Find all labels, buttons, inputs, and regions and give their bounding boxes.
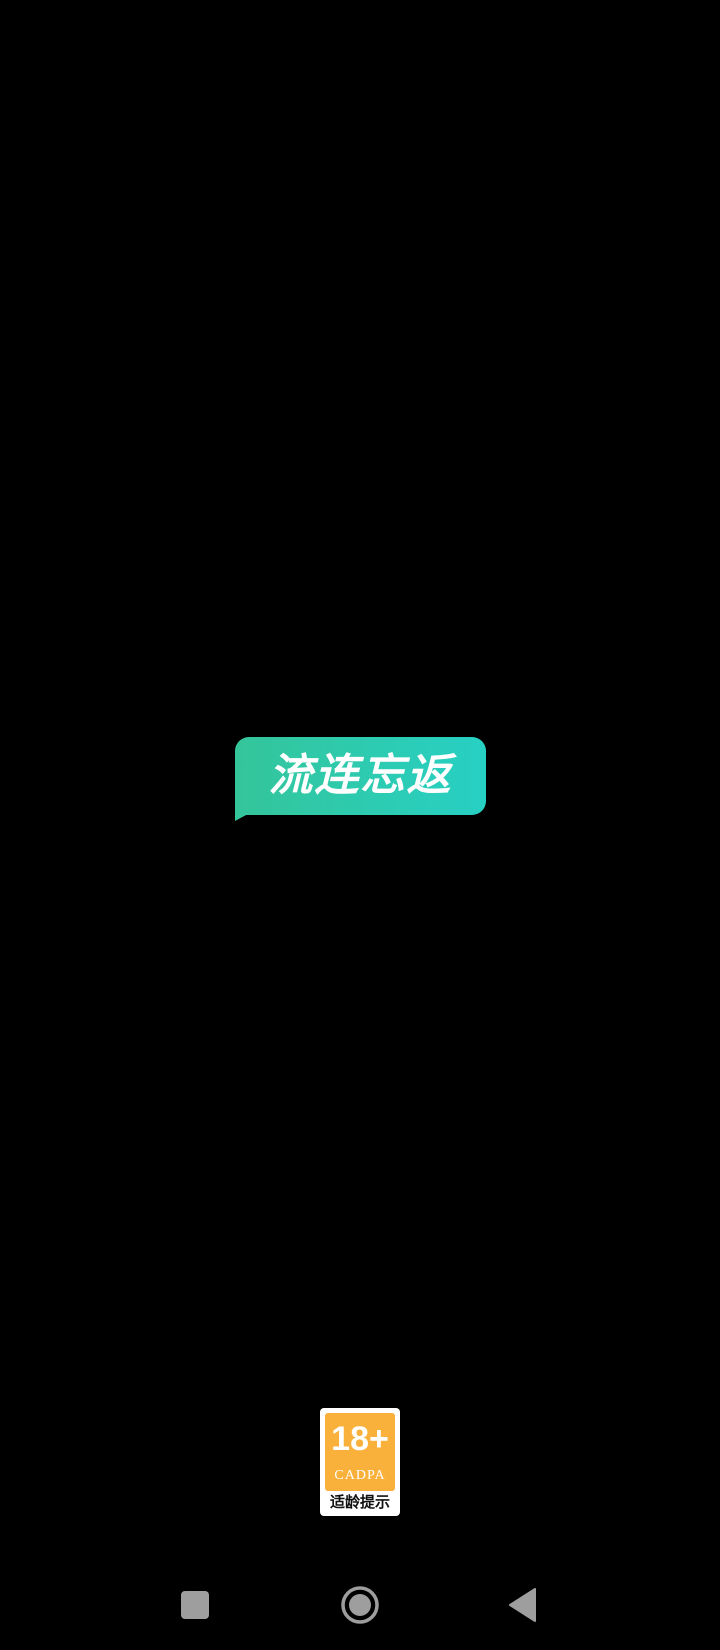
age-rating-caption: 适龄提示 bbox=[329, 1493, 390, 1511]
app-name: 流连忘返 bbox=[268, 750, 453, 801]
age-rating-number: 18+ bbox=[331, 1420, 389, 1458]
recents-button[interactable] bbox=[167, 1577, 223, 1633]
age-rating-badge: 18+ CADPA 适龄提示 bbox=[320, 1408, 400, 1516]
app-logo: 流连忘返 bbox=[235, 737, 486, 821]
age-rating-panel: 18+ CADPA bbox=[325, 1413, 395, 1491]
circle-home-icon bbox=[341, 1586, 379, 1624]
triangle-back-icon bbox=[509, 1588, 536, 1622]
system-navigation-bar bbox=[0, 1560, 720, 1650]
home-button[interactable] bbox=[332, 1577, 388, 1633]
square-recents-icon bbox=[181, 1591, 209, 1619]
splash-screen: 流连忘返 18+ CADPA 适龄提示 bbox=[0, 0, 720, 1560]
age-rating-org: CADPA bbox=[334, 1468, 386, 1483]
back-button[interactable] bbox=[495, 1577, 551, 1633]
